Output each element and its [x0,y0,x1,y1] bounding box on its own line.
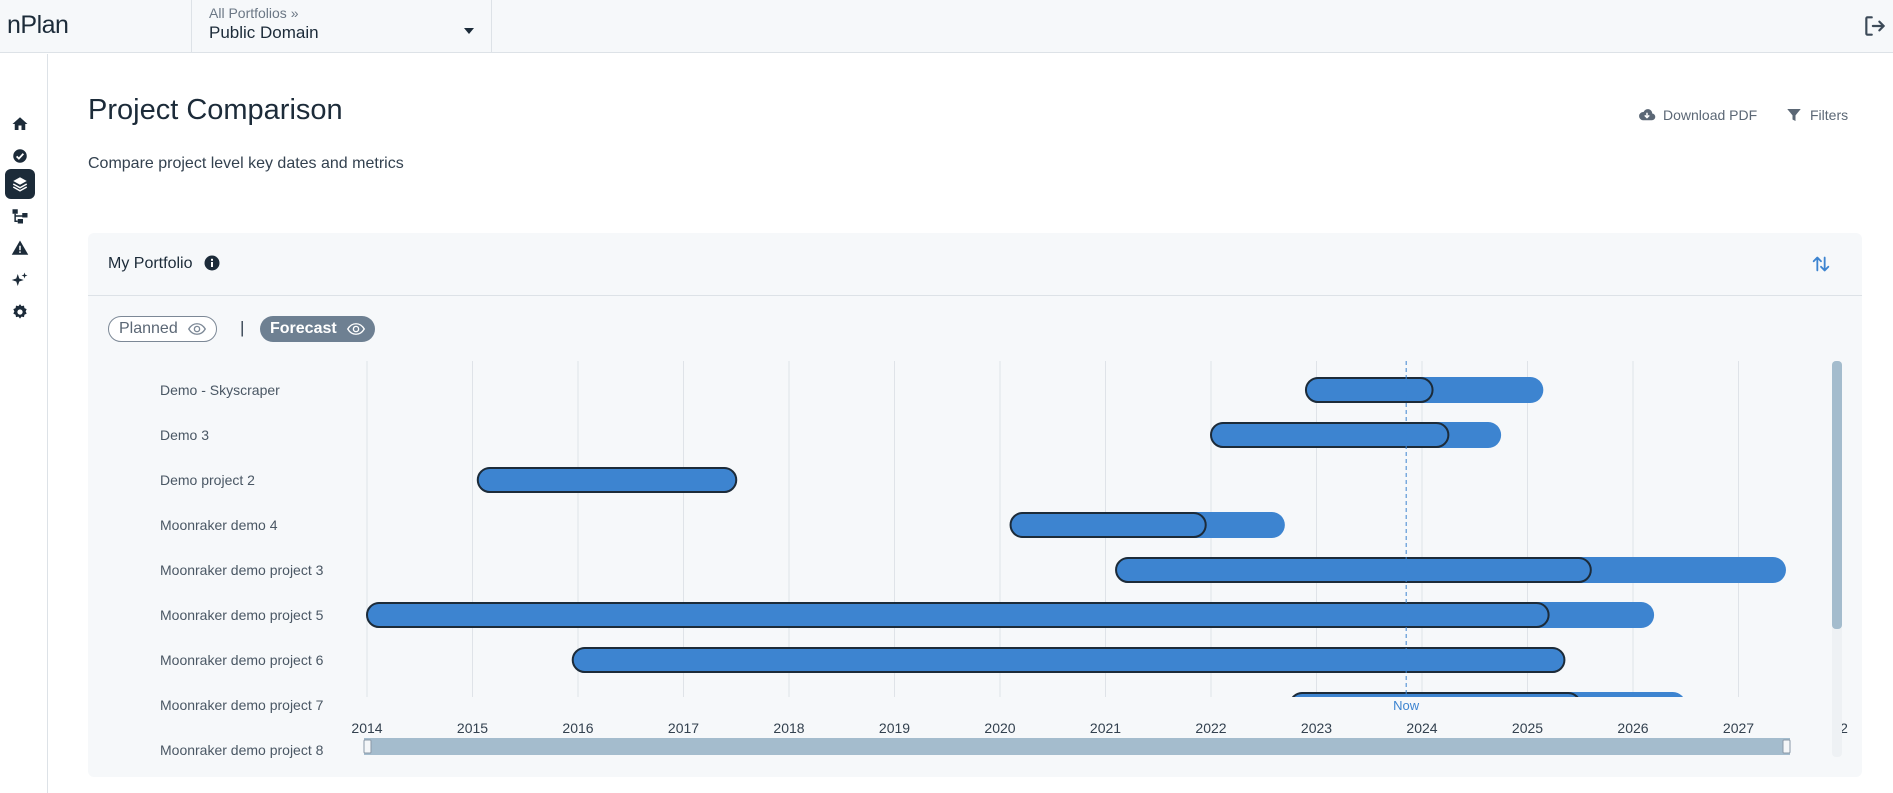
project-label[interactable]: Moonraker demo project 8 [160,742,324,758]
download-pdf-label: Download PDF [1663,107,1758,123]
sidebar-item-hierarchy[interactable] [5,201,35,231]
project-label[interactable]: Demo project 2 [160,472,255,488]
project-label[interactable]: Moonraker demo 4 [160,517,278,533]
sidebar [0,54,48,793]
layers-icon [12,177,28,192]
tick-label: 2026 [1617,720,1648,736]
filters-label: Filters [1810,107,1849,123]
tick-label: 2020 [984,720,1015,736]
cloud-download-icon [1639,109,1656,121]
gear-icon [13,304,27,319]
project-label[interactable]: Moonraker demo project 3 [160,562,324,578]
sparkle-icon [11,272,28,286]
tick-label: 2024 [1406,720,1437,736]
project-label[interactable]: Demo 3 [160,427,209,443]
breadcrumb-all-portfolios[interactable]: All Portfolios » [209,5,298,21]
sidebar-item-risks[interactable] [5,233,35,263]
planned-bar [366,602,1550,628]
tick-label: 2027 [1723,720,1754,736]
tick-label: 2018 [773,720,804,736]
app-logo[interactable]: nPlan [7,11,69,40]
sidebar-item-settings[interactable] [5,297,35,327]
project-label[interactable]: Moonraker demo project 6 [160,652,324,668]
sidebar-item-portfolio[interactable] [5,169,35,199]
sidebar-item-check[interactable] [5,141,35,171]
plot-area [366,377,1786,697]
portfolio-card: My Portfolio Planned | Forecast Demo - S… [88,233,1862,777]
planned-bar [1115,557,1592,583]
tick-label: 2022 [1195,720,1226,736]
tick-label: 2014 [351,720,382,736]
download-pdf-button[interactable]: Download PDF [1638,106,1757,124]
top-bar: nPlan All Portfolios » Public Domain [0,0,1893,53]
page-subtitle: Compare project level key dates and metr… [88,155,404,172]
tick-label: 2017 [668,720,699,736]
tick-label: 2019 [879,720,910,736]
now-label: Now [1393,698,1420,713]
current-portfolio: Public Domain [209,23,319,42]
filter-icon [1787,109,1801,121]
tick-label: 2021 [1090,720,1121,736]
portfolio-selector[interactable]: All Portfolios » Public Domain [191,0,492,53]
planned-bar [1210,422,1450,448]
warning-icon [11,240,29,255]
zoom-handle[interactable] [363,739,372,754]
vertical-scrollbar-thumb[interactable] [1832,361,1842,629]
tick-label: 2025 [1512,720,1543,736]
page-title: Project Comparison [88,94,343,126]
zoom-handle[interactable] [1782,739,1791,754]
planned-bar [1304,377,1434,403]
sidebar-item-home[interactable] [5,109,35,139]
horizontal-zoom-bar[interactable] [364,738,1790,755]
planned-bar [476,467,738,493]
project-label[interactable]: Moonraker demo project 5 [160,607,324,623]
tick-label: 2016 [562,720,593,736]
hierarchy-icon [12,209,28,224]
chevron-down-icon[interactable] [464,28,474,34]
project-label[interactable]: Moonraker demo project 7 [160,697,324,713]
planned-bar [571,647,1566,673]
sidebar-item-ai[interactable] [5,265,35,295]
tick-label: 2015 [457,720,488,736]
tick-label: 2023 [1301,720,1332,736]
check-circle-icon [13,149,27,163]
planned-bar [1291,692,1579,697]
filters-button[interactable]: Filters [1785,106,1848,124]
gantt-chart: Demo - Skyscraper Demo 3 Demo project 2 Moo… [160,361,1848,758]
logout-icon[interactable] [1862,13,1888,39]
home-icon [12,117,28,130]
project-label[interactable]: Demo - Skyscraper [160,382,280,398]
planned-bar [1009,512,1207,538]
